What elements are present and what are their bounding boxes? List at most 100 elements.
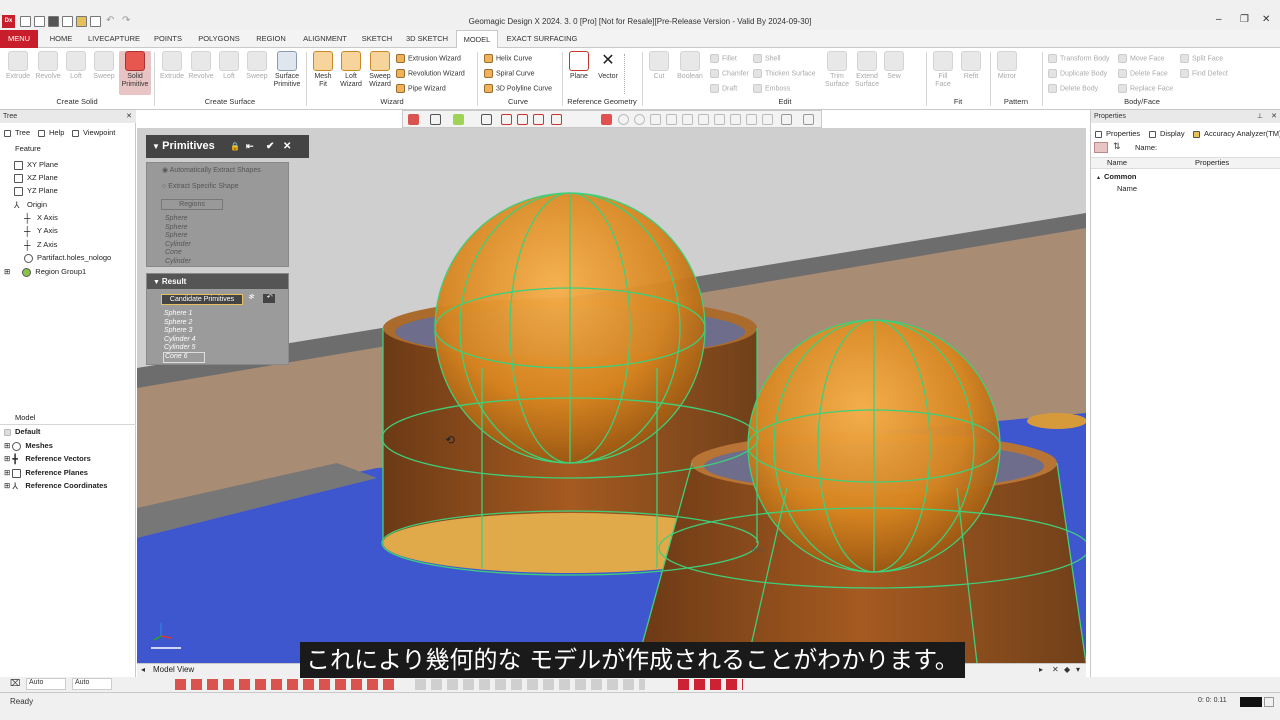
solid-revolve-button[interactable]: Revolve: [34, 51, 62, 81]
expand-icon[interactable]: ⊞: [4, 441, 12, 450]
more-geometry-icon[interactable]: [624, 54, 632, 94]
expand-icon[interactable]: ⊞: [4, 267, 10, 276]
lock-icon[interactable]: 🔒: [230, 135, 240, 158]
filter-body-icon[interactable]: [666, 114, 677, 125]
select-mode-icon[interactable]: [408, 114, 419, 125]
solid-primitive-button[interactable]: Solid Primitive: [119, 51, 151, 95]
vector-button[interactable]: ✕ Vector: [594, 51, 622, 81]
mesh-fit-button[interactable]: Mesh Fit: [310, 51, 336, 89]
categorized-icon[interactable]: [1094, 142, 1108, 153]
filter-face-icon[interactable]: [650, 114, 661, 125]
tree-item-yz-plane[interactable]: YZ Plane: [14, 184, 58, 197]
display-settings-icon[interactable]: [781, 114, 792, 125]
candidate-item[interactable]: Sphere 2: [164, 319, 192, 328]
open-icon[interactable]: [34, 16, 45, 27]
settings-icon[interactable]: ✻: [248, 294, 254, 303]
tab-properties[interactable]: Properties: [1095, 127, 1140, 140]
specific-extract-option[interactable]: ○ Extract Specific Shape: [162, 183, 239, 192]
iso-view-icon[interactable]: [551, 114, 562, 125]
close-icon[interactable]: ✕: [1052, 665, 1059, 674]
chamfer-button[interactable]: Chamfer: [710, 69, 749, 78]
maximize-button[interactable]: ❐: [1240, 14, 1249, 25]
filter-vector-icon[interactable]: [730, 114, 741, 125]
cut-button[interactable]: Cut: [648, 51, 670, 81]
selection-filter-icon[interactable]: [601, 114, 612, 125]
side-view-icon[interactable]: [533, 114, 544, 125]
mirror-button[interactable]: Mirror: [994, 51, 1020, 81]
selection-mode-icon[interactable]: ⌧: [10, 678, 20, 689]
replace-face-button[interactable]: Replace Face: [1118, 84, 1173, 93]
back-view-icon[interactable]: [517, 114, 528, 125]
scroll-left-icon[interactable]: ◂: [141, 665, 145, 674]
pin-icon[interactable]: ⊥: [1257, 110, 1263, 123]
expand-icon[interactable]: ⊞: [4, 468, 12, 477]
filter-mesh-icon[interactable]: [714, 114, 725, 125]
refit-button[interactable]: Refit: [958, 51, 984, 81]
tree-item-xy-plane[interactable]: XY Plane: [14, 158, 58, 171]
tab-livecapture[interactable]: LIVECAPTURE: [84, 30, 144, 48]
scroll-right-icon[interactable]: ▸: [1039, 665, 1043, 674]
collapse-icon[interactable]: ▼: [153, 279, 162, 286]
disabled-tools-icons[interactable]: [415, 679, 645, 690]
split-face-button[interactable]: Split Face: [1180, 54, 1223, 63]
solid-loft-button[interactable]: Loft: [64, 51, 88, 81]
tree-item-z-axis[interactable]: ┼ Z Axis: [24, 238, 57, 251]
tab-display[interactable]: Display: [1149, 127, 1185, 140]
mesh-tools-icons[interactable]: [175, 679, 395, 690]
duplicate-body-button[interactable]: Duplicate Body: [1048, 69, 1107, 78]
redo-icon[interactable]: ↷: [122, 15, 130, 26]
pipe-wizard-button[interactable]: Pipe Wizard: [396, 84, 446, 93]
tab-polygons[interactable]: POLYGONS: [192, 30, 246, 48]
save-icon[interactable]: [48, 16, 59, 27]
tab-menu[interactable]: MENU: [0, 30, 38, 48]
find-defect-button[interactable]: Find Defect: [1180, 69, 1228, 78]
solid-extrude-button[interactable]: Extrude: [4, 51, 32, 81]
cancel-button[interactable]: ✕: [283, 135, 291, 158]
delete-body-button[interactable]: Delete Body: [1048, 84, 1098, 93]
candidate-item[interactable]: Cone 6: [163, 352, 205, 363]
fill-face-button[interactable]: Fill Face: [930, 51, 956, 89]
emboss-button[interactable]: Emboss: [753, 84, 790, 93]
selection-mode-select[interactable]: Auto: [26, 678, 66, 690]
transform-body-button[interactable]: Transform Body: [1048, 54, 1110, 63]
collapse-icon[interactable]: ▼: [152, 142, 162, 151]
dropdown-icon[interactable]: ▾: [1076, 665, 1080, 674]
filter-coordinate-icon[interactable]: [762, 114, 773, 125]
move-face-button[interactable]: Move Face: [1118, 54, 1165, 63]
sweep-wizard-button[interactable]: Sweep Wizard: [366, 51, 394, 89]
auto-extract-option[interactable]: ◉ Automatically Extract Shapes: [162, 167, 261, 176]
model-view-tab[interactable]: Model View: [153, 665, 194, 674]
extend-surface-button[interactable]: Extend Surface: [852, 51, 882, 89]
surface-extrude-button[interactable]: Extrude: [158, 51, 186, 81]
draft-button[interactable]: Draft: [710, 84, 737, 93]
boolean-button[interactable]: Boolean: [674, 51, 706, 81]
filter-sketch-icon[interactable]: [682, 114, 693, 125]
tree-item-partifact[interactable]: Partifact.holes_nologo: [24, 251, 111, 264]
close-icon[interactable]: ✕: [126, 110, 132, 123]
model-reference-coordinates[interactable]: ⊞ ⅄ Reference Coordinates: [4, 479, 107, 492]
surface-loft-button[interactable]: Loft: [217, 51, 241, 81]
selection-filter-select[interactable]: Auto: [72, 678, 112, 690]
extrusion-wizard-button[interactable]: Extrusion Wizard: [396, 54, 461, 63]
tab-model[interactable]: MODEL: [456, 30, 498, 49]
fillet-button[interactable]: Fillet: [710, 54, 737, 63]
tree-item-y-axis[interactable]: ┼ Y Axis: [24, 224, 58, 237]
sort-alpha-icon[interactable]: ⇅: [1113, 141, 1121, 152]
surface-revolve-button[interactable]: Revolve: [187, 51, 215, 81]
tab-sketch[interactable]: SKETCH: [356, 30, 398, 48]
regions-field[interactable]: Regions: [161, 199, 223, 210]
tree-item-x-axis[interactable]: ┼ X Axis: [24, 211, 58, 224]
status-options-icon[interactable]: [1264, 697, 1274, 707]
model-default[interactable]: Default: [4, 425, 40, 438]
toolbar-options-icon[interactable]: [803, 114, 814, 125]
undo-icon[interactable]: ↶: [263, 294, 275, 303]
filter-region-icon[interactable]: [698, 114, 709, 125]
model-reference-planes[interactable]: ⊞ Reference Planes: [4, 466, 88, 479]
tab-help[interactable]: Help: [38, 126, 64, 139]
revolution-wizard-button[interactable]: Revolution Wizard: [396, 69, 465, 78]
tab-alignment[interactable]: ALIGNMENT: [298, 30, 352, 48]
view-cube-icon[interactable]: [430, 114, 441, 125]
shell-button[interactable]: Shell: [753, 54, 781, 63]
model-reference-vectors[interactable]: ⊞ ╋ Reference Vectors: [4, 452, 91, 465]
render-mode-icon[interactable]: [453, 114, 464, 125]
